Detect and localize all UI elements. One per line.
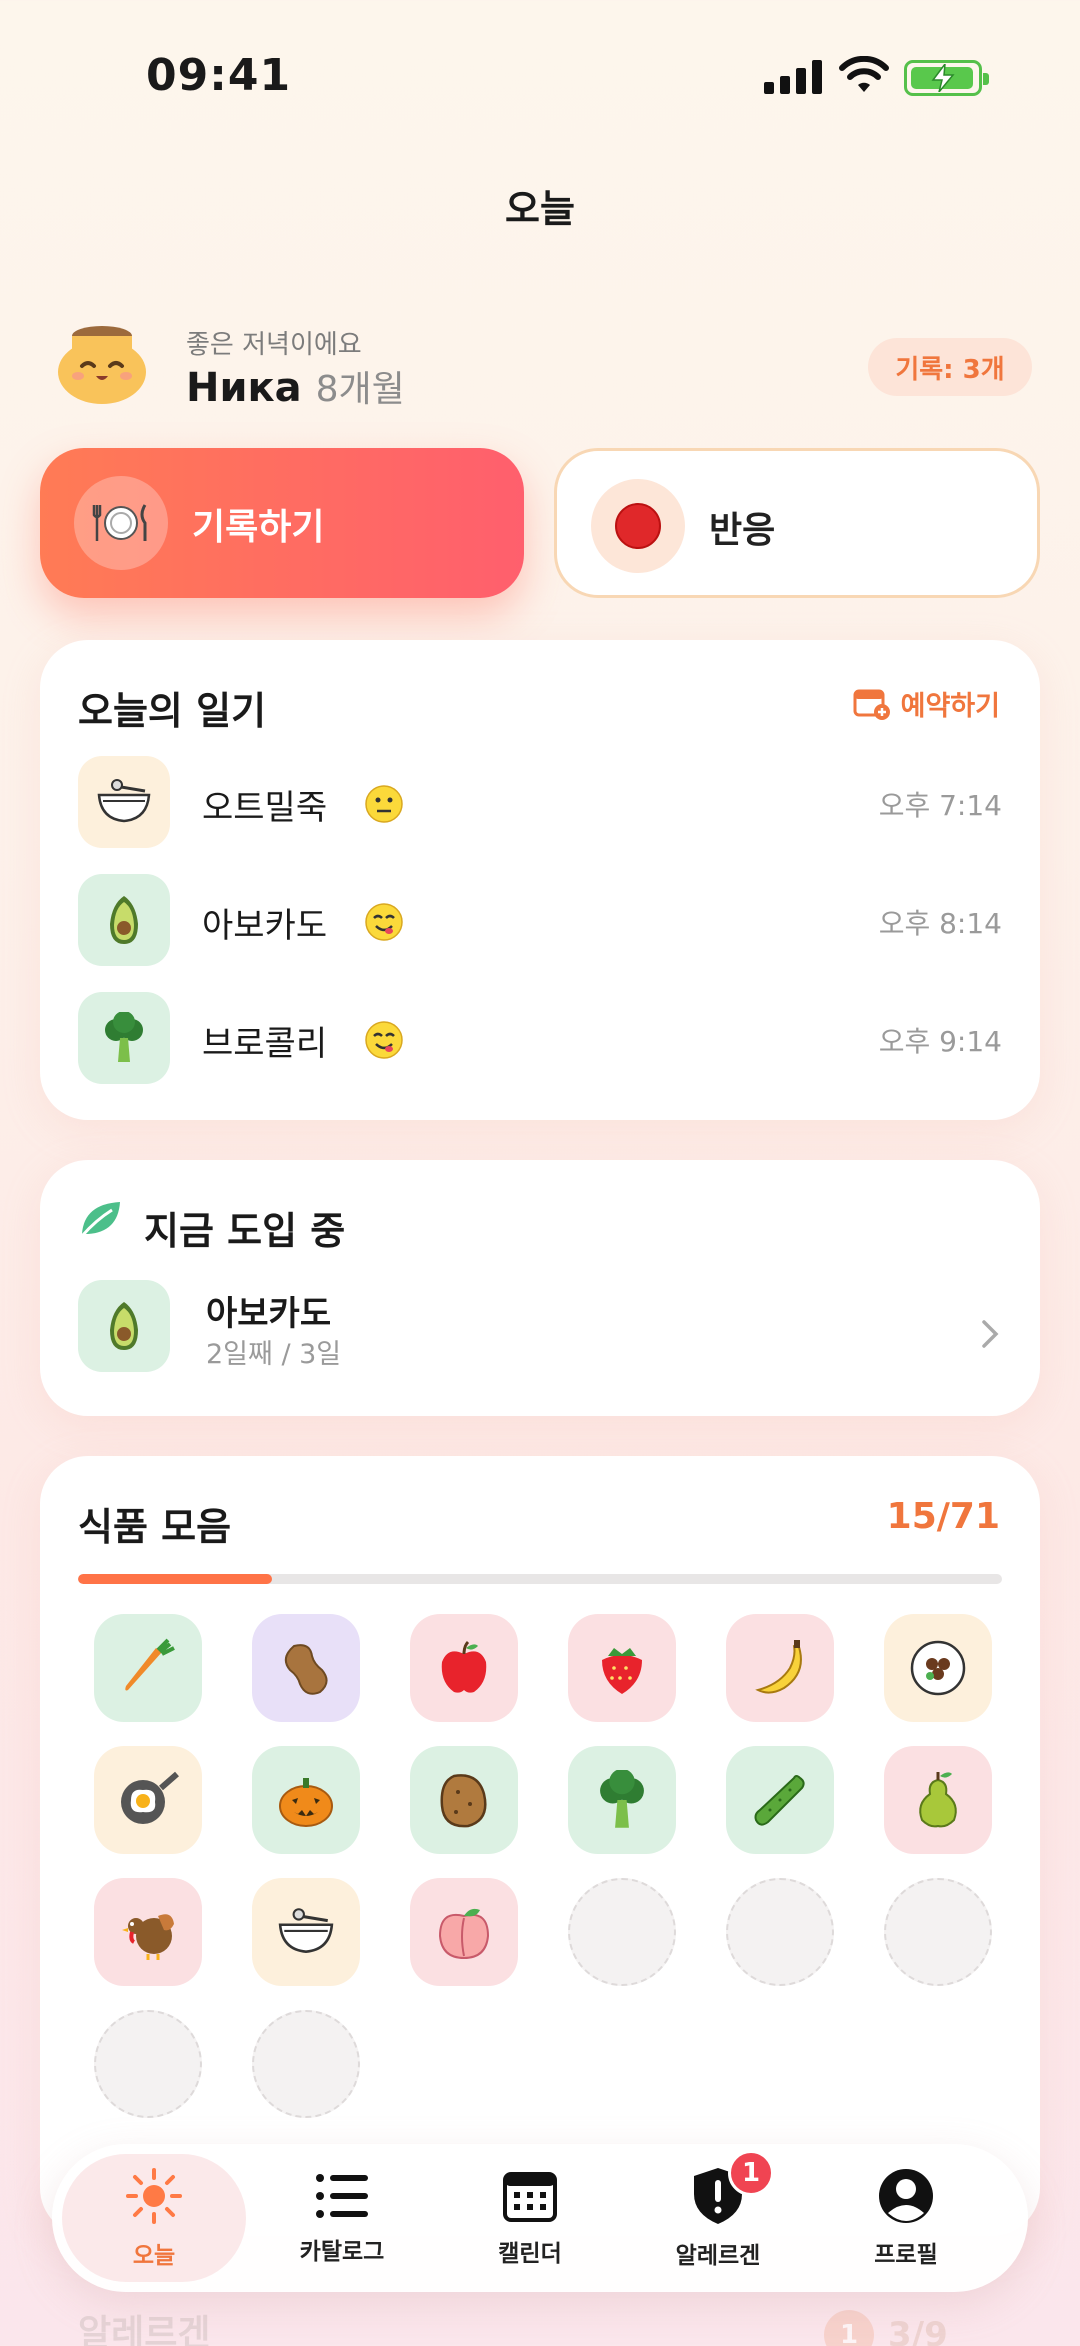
introducing-title: 지금 도입 중 <box>144 1209 346 1253</box>
neutral-face-icon <box>365 785 403 823</box>
collection-progress-bar <box>78 1574 1002 1584</box>
tab-allergen-label: 알레르겐 <box>675 2243 761 2269</box>
tab-calendar[interactable]: 캘린더 <box>438 2144 622 2292</box>
record-button-label: 기록하기 <box>192 507 325 548</box>
food-collection-card: 식품 모음 15/71 <box>40 1456 1040 2236</box>
carrot-icon[interactable] <box>94 1614 202 1722</box>
collection-progress-fill <box>78 1574 273 1584</box>
broccoli-icon <box>78 992 170 1084</box>
record-count-badge: 기록: 3개 <box>868 338 1032 396</box>
tab-calendar-label: 캘린더 <box>498 2241 562 2267</box>
introducing-progress: 2일째 / 3일 <box>206 1339 342 1370</box>
calendar-add-icon <box>853 689 890 720</box>
reaction-button-label: 반응 <box>709 510 776 551</box>
diary-entry[interactable]: 오트밀죽 오후 7:14 <box>78 756 1002 848</box>
allergen-section-peek: 알레르겐 <box>78 2313 211 2346</box>
diary-entry-time: 오후 8:14 <box>878 907 1002 940</box>
baby-avatar-icon[interactable] <box>56 322 148 406</box>
child-age: 8개월 <box>315 369 405 410</box>
wifi-icon <box>839 56 889 92</box>
pumpkin-icon[interactable] <box>252 1746 360 1854</box>
reaction-dot-icon <box>591 479 685 573</box>
yummy-face-icon <box>365 903 403 941</box>
allergen-peek-count-text: 3/9 <box>888 2315 948 2346</box>
banana-icon[interactable] <box>726 1614 834 1722</box>
diary-entry[interactable]: 브로콜리 오후 9:14 <box>78 992 1002 1084</box>
cucumber-icon[interactable] <box>726 1746 834 1854</box>
strawberry-icon[interactable] <box>568 1614 676 1722</box>
collection-count: 15/71 <box>886 1496 1000 1537</box>
cellular-signal-icon <box>764 58 822 94</box>
sun-icon <box>126 2168 182 2224</box>
empty-food-slot <box>94 2010 202 2118</box>
diary-entry-time: 오후 9:14 <box>878 1025 1002 1058</box>
tab-today[interactable]: 오늘 <box>62 2154 246 2282</box>
allergen-notification-badge: 1 <box>728 2150 774 2196</box>
pear-icon[interactable] <box>884 1746 992 1854</box>
avocado-icon <box>78 1280 170 1372</box>
empty-food-slot <box>568 1878 676 1986</box>
yummy-face-icon <box>365 1021 403 1059</box>
diary-entry[interactable]: 아보카도 오후 8:14 <box>78 874 1002 966</box>
apple-icon[interactable] <box>410 1614 518 1722</box>
bottom-tab-bar: 오늘 카탈로그 캘린더 알레르겐 1 프로필 <box>52 2144 1028 2292</box>
introducing-card[interactable]: 지금 도입 중 아보카도 2일째 / 3일 <box>40 1160 1040 1416</box>
turkey-icon[interactable] <box>94 1878 202 1986</box>
tab-today-label: 오늘 <box>132 2243 176 2269</box>
schedule-button[interactable]: 예약하기 <box>853 684 1000 723</box>
diary-entry-time: 오후 7:14 <box>878 789 1002 822</box>
child-name: Ника 8개월 <box>186 360 405 412</box>
schedule-button-label: 예약하기 <box>900 691 1000 722</box>
allergen-peek-badge: 1 <box>824 2310 874 2346</box>
status-time: 09:41 <box>146 50 292 101</box>
reaction-button[interactable]: 반응 <box>554 448 1040 598</box>
battery-charging-icon <box>904 60 989 96</box>
peach-icon[interactable] <box>410 1878 518 1986</box>
tab-profile[interactable]: 프로필 <box>814 2144 998 2292</box>
collection-title: 식품 모음 <box>78 1505 232 1549</box>
bowl-icon[interactable] <box>252 1878 360 1986</box>
avocado-icon <box>78 874 170 966</box>
diary-title: 오늘의 일기 <box>78 689 267 733</box>
page-title: 오늘 <box>505 187 575 231</box>
fried-egg-icon[interactable] <box>94 1746 202 1854</box>
empty-food-slot <box>726 1878 834 1986</box>
broccoli-icon[interactable] <box>568 1746 676 1854</box>
plate-icon[interactable] <box>884 1614 992 1722</box>
tab-catalog[interactable]: 카탈로그 <box>250 2144 434 2292</box>
introducing-food-name: 아보카도 <box>206 1294 332 1334</box>
peanut-icon[interactable] <box>252 1614 360 1722</box>
empty-food-slot <box>252 2010 360 2118</box>
plate-cutlery-icon <box>74 476 168 570</box>
profile-icon <box>879 2169 933 2223</box>
diary-entry-name: 오트밀죽 <box>202 788 328 828</box>
empty-food-slot <box>884 1878 992 1986</box>
tab-profile-label: 프로필 <box>874 2242 938 2268</box>
diary-entry-name: 아보카도 <box>202 906 328 946</box>
chevron-right-icon <box>982 1320 999 1348</box>
bowl-icon <box>78 756 170 848</box>
tab-catalog-label: 카탈로그 <box>299 2239 385 2265</box>
greeting-text: 좋은 저녁이에요 <box>186 330 362 360</box>
child-name-text: Ника <box>186 365 302 411</box>
today-diary-card: 오늘의 일기 예약하기 오트밀죽 오후 7:14 아보카도 오후 8:14 브로… <box>40 640 1040 1120</box>
calendar-icon <box>503 2172 557 2222</box>
record-button[interactable]: 기록하기 <box>40 448 524 598</box>
tab-allergen[interactable]: 알레르겐 1 <box>626 2144 810 2292</box>
leaf-icon <box>80 1202 120 1237</box>
diary-entry-name: 브로콜리 <box>202 1024 328 1064</box>
potato-icon[interactable] <box>410 1746 518 1854</box>
list-icon <box>316 2174 368 2218</box>
allergen-section-count: 1 3/9 <box>824 2310 948 2346</box>
